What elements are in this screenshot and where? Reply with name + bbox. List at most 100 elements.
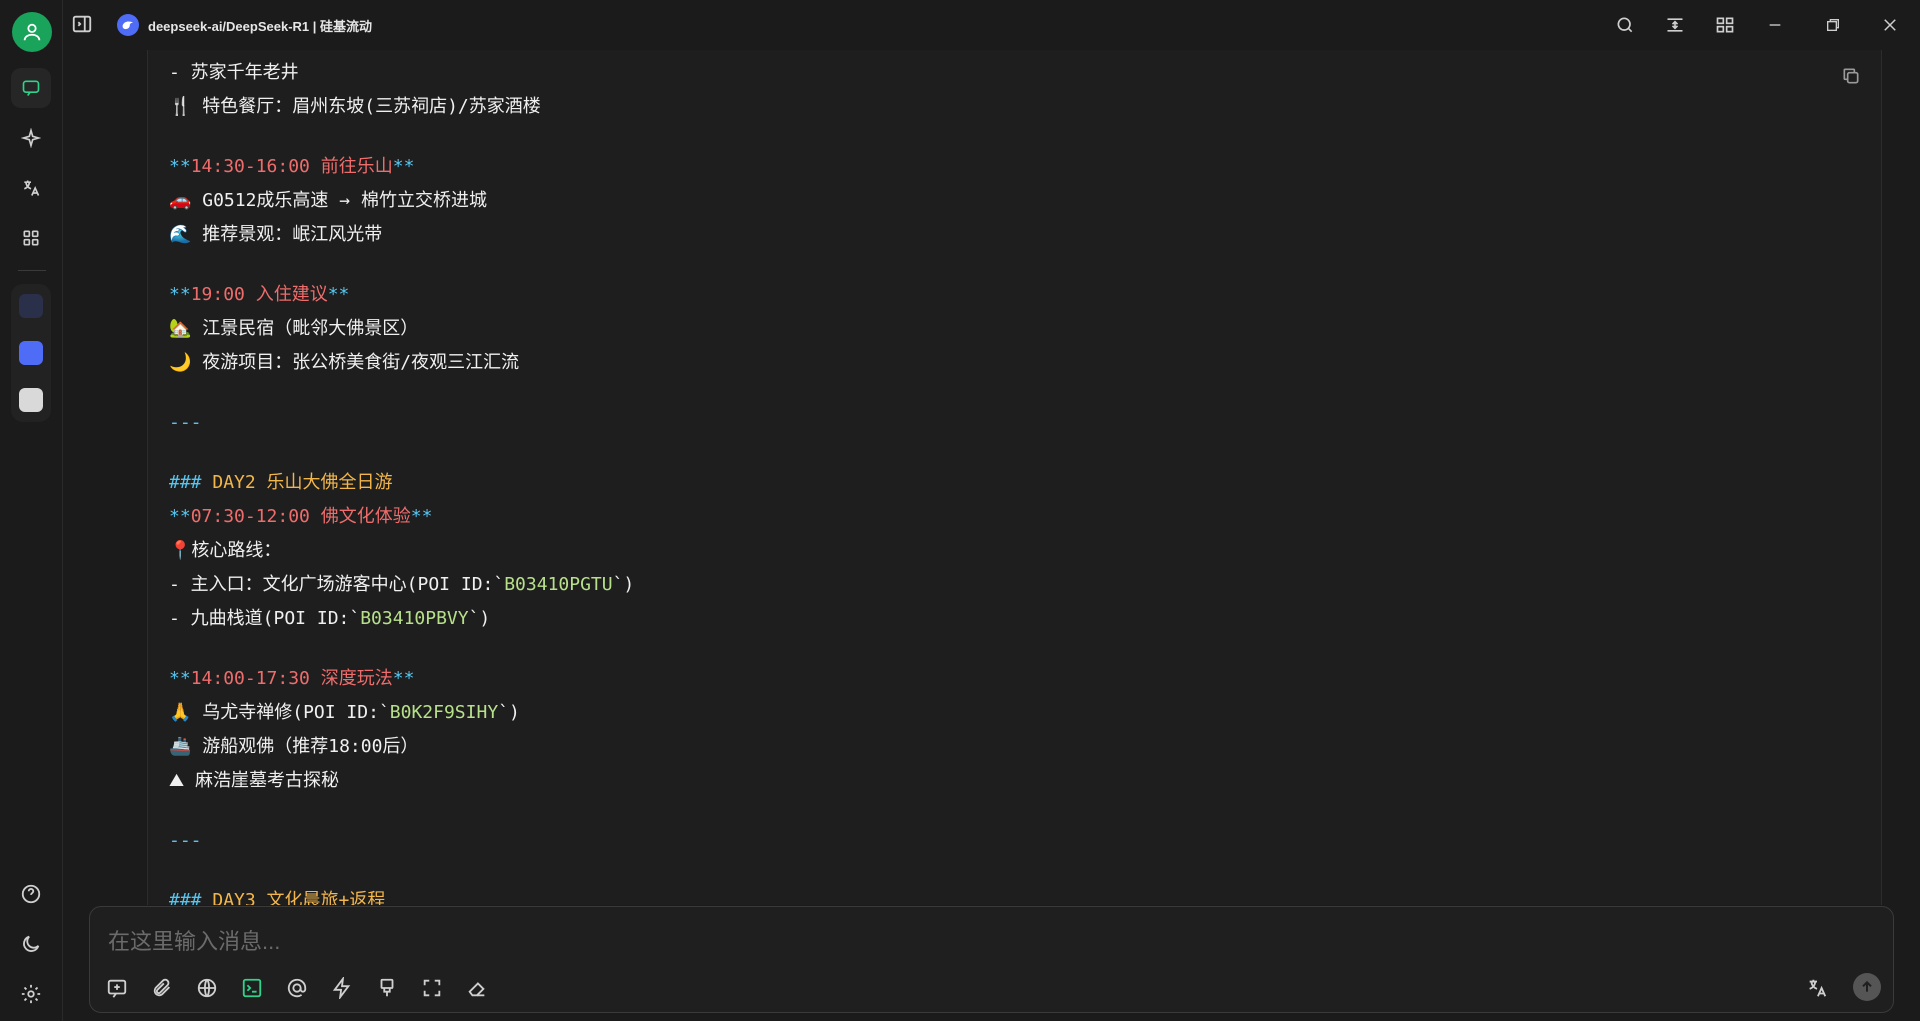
text-segment: --- — [169, 412, 202, 433]
text-segment: `) — [498, 702, 520, 723]
text-segment: 19:00 入住建议 — [190, 284, 328, 305]
message-line: - 苏家千年老井 — [169, 56, 1769, 90]
message-input[interactable]: 在这里输入消息... — [108, 924, 280, 956]
text-segment: 🌊 推荐景观：岷江风光带 — [169, 224, 383, 245]
text-segment: ** — [392, 156, 415, 177]
mention-icon[interactable] — [284, 975, 310, 1001]
text-segment: - 苏家千年老井 — [169, 62, 299, 83]
text-segment: ** — [169, 668, 191, 689]
text-segment: G0512成乐高速 → 棉竹立交桥进城 — [202, 190, 487, 211]
apps-grid-icon[interactable] — [11, 218, 51, 258]
expand-icon[interactable] — [1663, 13, 1687, 37]
grid-icon[interactable] — [1713, 13, 1737, 37]
translate-icon[interactable] — [11, 168, 51, 208]
sparkle-icon[interactable] — [11, 118, 51, 158]
message-line: ### DAY3 文化晨旅+返程 — [169, 884, 1769, 905]
text-segment: `) — [468, 608, 491, 629]
help-icon[interactable] — [11, 874, 51, 914]
text-segment: 🚗 — [169, 190, 203, 211]
fullscreen-icon[interactable] — [419, 975, 445, 1001]
text-segment: ** — [410, 506, 433, 527]
text-segment: B0K2F9SIHY — [389, 702, 499, 723]
rail-divider — [18, 270, 46, 271]
copy-icon[interactable] — [1841, 66, 1863, 88]
globe-icon[interactable] — [194, 975, 220, 1001]
message-line: **14:30-16:00 前往乐山** — [169, 150, 1769, 184]
text-segment: - 主入口：文化广场游客中心(POI ID:` — [169, 574, 505, 595]
text-segment: ** — [169, 156, 191, 177]
window-title: deepseek-ai/DeepSeek-R1 | 硅基流动 — [148, 19, 373, 34]
text-segment: 🏡 江景民宿（毗邻大佛景区） — [169, 318, 419, 339]
deepseek-logo-icon — [117, 14, 139, 36]
message-line: ⛰ 麻浩崖墓考古探秘 — [169, 764, 1769, 798]
message-line: - 九曲栈道(POI ID:`B03410PBVY`) — [169, 602, 1769, 636]
terminal-icon[interactable] — [239, 975, 265, 1001]
text-segment: `) — [612, 574, 635, 595]
text-segment: DAY2 乐山大佛全日游 — [212, 472, 393, 493]
message-line: 🍴 特色餐厅：眉州东坡(三苏祠店)/苏家酒楼 — [169, 90, 1769, 124]
send-button[interactable] — [1853, 973, 1881, 1001]
message-line: 🌊 推荐景观：岷江风光带 — [169, 218, 1769, 252]
deepseek-app-icon[interactable] — [19, 341, 43, 365]
avatar-app-icon[interactable] — [19, 388, 43, 412]
text-segment: - 九曲栈道(POI ID:` — [169, 608, 361, 629]
close-icon[interactable] — [1878, 13, 1902, 37]
sidebar-toggle-icon[interactable] — [71, 13, 95, 37]
message-line: 🚗 G0512成乐高速 → 棉竹立交桥进城 — [169, 184, 1769, 218]
text-segment: 🌙 夜游项目：张公桥美食街/夜观三江汇流 — [169, 352, 520, 373]
message-content: - 苏家千年老井 🍴 特色餐厅：眉州东坡(三苏祠店)/苏家酒楼 **14:30-16… — [147, 50, 1882, 905]
text-segment: ** — [169, 284, 191, 305]
message-composer: 在这里输入消息... — [89, 906, 1894, 1013]
translate-icon[interactable] — [1804, 975, 1830, 1001]
send-icon — [1862, 980, 1872, 992]
left-rail — [0, 0, 63, 1021]
message-line: --- — [169, 406, 1769, 440]
user-avatar-icon[interactable] — [12, 12, 52, 52]
settings-icon[interactable] — [11, 974, 51, 1014]
text-segment: ⛰ 麻浩崖墓考古探秘 — [169, 770, 339, 791]
message-line: - 主入口：文化广场游客中心(POI ID:`B03410PGTU`) — [169, 568, 1769, 602]
message-line: 🚢 游船观佛（推荐18:00后） — [169, 730, 1769, 764]
eraser-icon[interactable] — [464, 975, 490, 1001]
markdown-body: - 苏家千年老井 🍴 特色餐厅：眉州东坡(三苏祠店)/苏家酒楼 **14:30-16… — [169, 56, 1769, 905]
message-line: **14:00-17:30 深度玩法** — [169, 662, 1769, 696]
message-line: --- — [169, 824, 1769, 858]
bolt-icon[interactable] — [329, 975, 355, 1001]
attach-icon[interactable] — [149, 975, 175, 1001]
chat-icon[interactable] — [11, 68, 51, 108]
search-icon[interactable] — [1613, 13, 1637, 37]
text-segment: B03410PGTU — [504, 574, 613, 595]
moon-icon[interactable] — [11, 924, 51, 964]
app-icon-1[interactable] — [19, 294, 43, 318]
minimize-icon[interactable] — [1763, 13, 1787, 37]
text-segment: ** — [169, 506, 191, 527]
message-line: **07:30-12:00 佛文化体验** — [169, 500, 1769, 534]
text-segment: 07:30-12:00 佛文化体验 — [190, 506, 411, 527]
message-line: 🏡 江景民宿（毗邻大佛景区） — [169, 312, 1769, 346]
text-segment: ### — [169, 472, 213, 493]
message-line: 📍核心路线： — [169, 534, 1769, 568]
message-line: **19:00 入住建议** — [169, 278, 1769, 312]
restore-icon[interactable] — [1821, 13, 1845, 37]
text-segment: ** — [392, 668, 415, 689]
text-segment: 🙏 乌尤寺禅修(POI ID:` — [169, 702, 390, 723]
text-segment: ### — [169, 890, 213, 905]
brush-icon[interactable] — [374, 975, 400, 1001]
text-segment: 📍核心路线： — [169, 540, 282, 561]
text-segment: DAY3 文化晨旅+返程 — [212, 890, 386, 905]
text-segment: ** — [327, 284, 350, 305]
pinned-apps — [11, 284, 51, 422]
text-segment: --- — [169, 830, 202, 851]
text-segment: 🚢 游船观佛（推荐18:00后） — [169, 736, 419, 757]
message-line: 🙏 乌尤寺禅修(POI ID:`B0K2F9SIHY`) — [169, 696, 1769, 730]
new-topic-icon[interactable] — [104, 975, 130, 1001]
text-segment: 14:30-16:00 前往乐山 — [190, 156, 393, 177]
message-line: 🌙 夜游项目：张公桥美食街/夜观三江汇流 — [169, 346, 1769, 380]
